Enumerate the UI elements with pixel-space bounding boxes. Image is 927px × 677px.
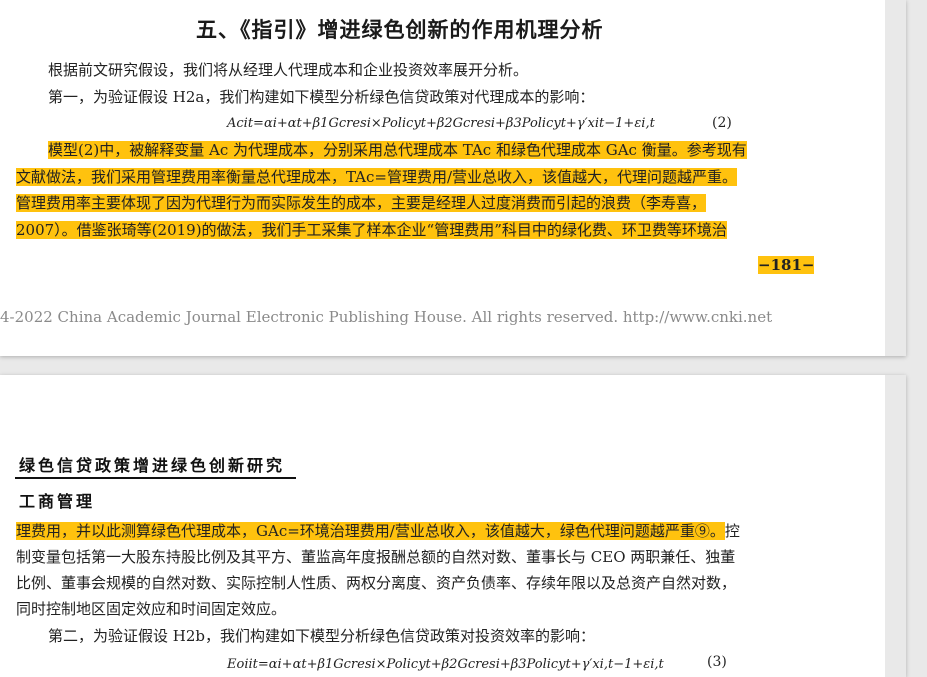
highlighted-line[interactable]: 文献做法，我们采用管理费用率衡量总代理成本，TAc=管理费用/营业总收入，该值越… — [16, 167, 738, 187]
journal-section-label: 工商管理 — [19, 492, 96, 511]
equation-number-2: (2) — [712, 115, 732, 131]
formula-3: Eoiit=αi+αt+β1Gcresi×Policyt+β2Gcresi+β3… — [227, 657, 664, 672]
paragraph-second: 第二，为验证假设 H2b，我们构建如下模型分析绿色信贷政策对投资效率的影响： — [48, 627, 595, 645]
paragraph-intro: 根据前文研究假设，我们将从经理人代理成本和企业投资效率展开分析。 — [48, 61, 529, 79]
highlighted-line[interactable]: 管理费用率主要体现了因为代理行为而实际发生的成本，主要是经理人过度消费而引起的浪… — [16, 193, 707, 213]
body-line: 制变量包括第一大股东持股比例及其平方、董监高年度报酬总额的自然对数、董事长与 C… — [16, 548, 736, 566]
document-page-181: 五、《指引》增进绿色创新的作用机理分析 根据前文研究假设，我们将从经理人代理成本… — [0, 0, 906, 356]
page-edge — [885, 0, 906, 356]
line-continuation: 控 — [724, 522, 740, 540]
paragraph-first: 第一，为验证假设 H2a，我们构建如下模型分析绿色信贷政策对代理成本的影响： — [48, 88, 595, 106]
header-rule — [15, 477, 296, 479]
body-line: 同时控制地区固定效应和时间固定效应。 — [16, 600, 287, 618]
page-number: −181− — [758, 256, 815, 274]
highlighted-line[interactable]: 2007）。借鉴张琦等(2019)的做法，我们手工采集了样本企业“管理费用”科目… — [16, 220, 727, 240]
page-edge — [885, 375, 906, 677]
body-line: 比例、董事会规模的自然对数、实际控制人性质、两权分离度、资产负债率、存续年限以及… — [16, 574, 737, 592]
section-title: 五、《指引》增进绿色创新的作用机理分析 — [196, 18, 604, 42]
formula-2: Acit=αi+αt+β1Gcresi×Policyt+β2Gcresi+β3P… — [227, 116, 655, 131]
highlighted-line[interactable]: 模型(2)中，被解释变量 Ac 为代理成本，分别采用总代理成本 TAc 和绿色代… — [48, 140, 747, 160]
copyright-footer: 4-2022 China Academic Journal Electronic… — [0, 308, 773, 326]
equation-number-3: (3) — [707, 654, 727, 670]
running-title: 绿色信贷政策增进绿色创新研究 — [19, 456, 286, 475]
highlighted-line[interactable]: 理费用，并以此测算绿色代理成本，GAc=环境治理费用/营业总收入，该值越大，绿色… — [16, 521, 740, 541]
